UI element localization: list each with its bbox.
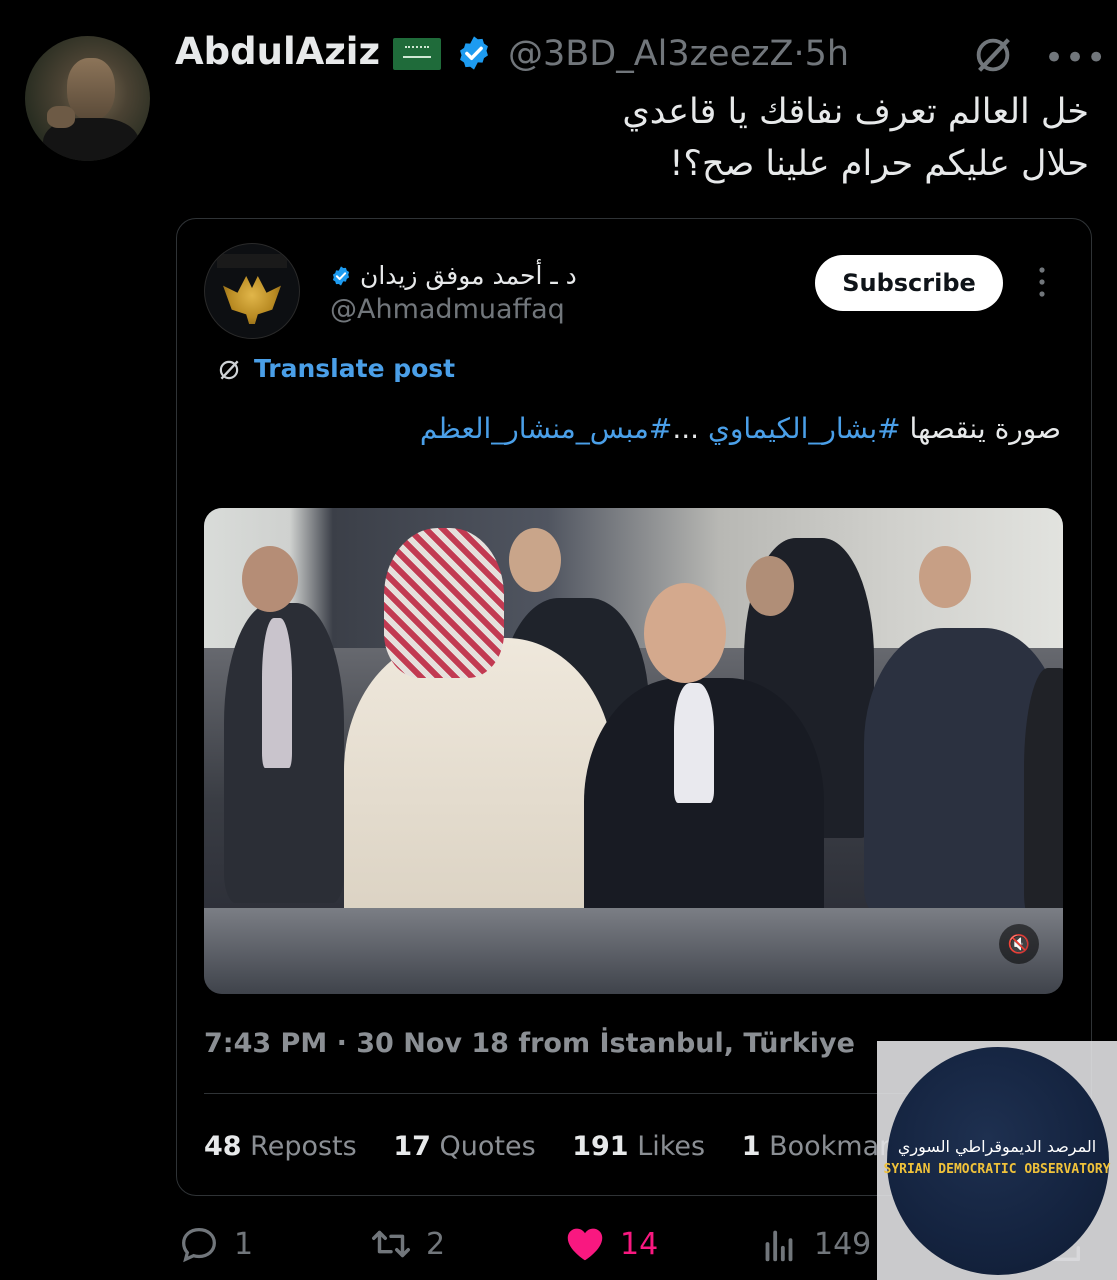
reply-count: 1 bbox=[234, 1226, 254, 1262]
quotes-stat[interactable]: 17 Quotes bbox=[393, 1131, 535, 1162]
reply-button[interactable]: 1 bbox=[176, 1222, 253, 1266]
author-avatar[interactable] bbox=[25, 36, 150, 161]
repost-icon bbox=[372, 1230, 410, 1258]
tweet-text-line-1: خل العالم تعرف نفاقك يا قاعدي bbox=[622, 92, 1089, 132]
grok-icon[interactable] bbox=[970, 32, 1016, 78]
post-age: 5h bbox=[804, 34, 850, 74]
quoted-stats: 48 Reposts 17 Quotes 191 Likes 1 Bookmar bbox=[204, 1131, 918, 1162]
hashtag-link[interactable]: #بشار_الكيماوي bbox=[708, 412, 901, 445]
bookmarks-stat[interactable]: 1 Bookmar bbox=[742, 1131, 891, 1162]
reposts-stat[interactable]: 48 Reposts bbox=[204, 1131, 357, 1162]
like-button[interactable]: 14 bbox=[562, 1222, 658, 1266]
quoted-timestamp[interactable]: 7:43 PM · 30 Nov 18 from İstanbul, Türki… bbox=[204, 1028, 855, 1059]
author-name[interactable]: AbdulAziz bbox=[175, 30, 380, 73]
repost-button[interactable]: 2 bbox=[368, 1222, 445, 1266]
quoted-post-text: صورة ينقصها #بشار_الكيماوي ...#مبس_منشار… bbox=[420, 412, 1061, 445]
quoted-author-name[interactable]: د ـ أحمد موفق زيدان bbox=[360, 261, 577, 290]
subscribe-button[interactable]: Subscribe bbox=[815, 255, 1003, 311]
video-player[interactable]: 🔇 bbox=[204, 508, 1063, 994]
verified-badge-icon bbox=[460, 36, 488, 70]
quoted-author-avatar[interactable] bbox=[204, 243, 300, 339]
quoted-text-plain: صورة ينقصها bbox=[900, 412, 1061, 445]
more-options-icon[interactable]: ••• bbox=[1044, 38, 1107, 78]
views-button[interactable]: 149 bbox=[756, 1222, 871, 1266]
watermark-arabic: المرصد الديموقراطي السوري bbox=[897, 1137, 1097, 1156]
saudi-flag-icon bbox=[393, 38, 441, 70]
handle-text: @3BD_Al3zeezZ bbox=[508, 34, 794, 74]
video-table bbox=[204, 908, 1063, 994]
quoted-text-ellipsis: ... bbox=[672, 412, 708, 445]
view-count: 149 bbox=[814, 1226, 872, 1262]
quoted-verified-badge-icon bbox=[332, 266, 350, 286]
heart-icon bbox=[567, 1228, 603, 1261]
translate-icon[interactable] bbox=[216, 357, 242, 383]
reply-icon bbox=[182, 1227, 216, 1263]
time-separator: · bbox=[793, 34, 805, 74]
repost-count: 2 bbox=[426, 1226, 446, 1262]
quoted-author-handle[interactable]: @Ahmadmuaffaq bbox=[330, 294, 565, 325]
volume-muted-icon[interactable]: 🔇 bbox=[999, 924, 1039, 964]
tweet-text-line-2: حلال عليكم حرام علينا صح؟! bbox=[669, 144, 1089, 184]
hashtag-link[interactable]: #مبس_منشار_العظم bbox=[420, 412, 673, 445]
like-count: 14 bbox=[620, 1226, 659, 1262]
quoted-more-icon[interactable] bbox=[1038, 264, 1046, 300]
likes-stat[interactable]: 191 Likes bbox=[572, 1131, 705, 1162]
author-handle[interactable]: @3BD_Al3zeezZ·5h bbox=[508, 34, 849, 74]
analytics-icon bbox=[765, 1230, 793, 1262]
watermark-english: SYRIAN DEMOCRATIC OBSERVATORY bbox=[883, 1162, 1111, 1177]
watermark-logo: المرصد الديموقراطي السوري SYRIAN DEMOCRA… bbox=[877, 1041, 1117, 1280]
translate-post-link[interactable]: Translate post bbox=[254, 354, 455, 383]
